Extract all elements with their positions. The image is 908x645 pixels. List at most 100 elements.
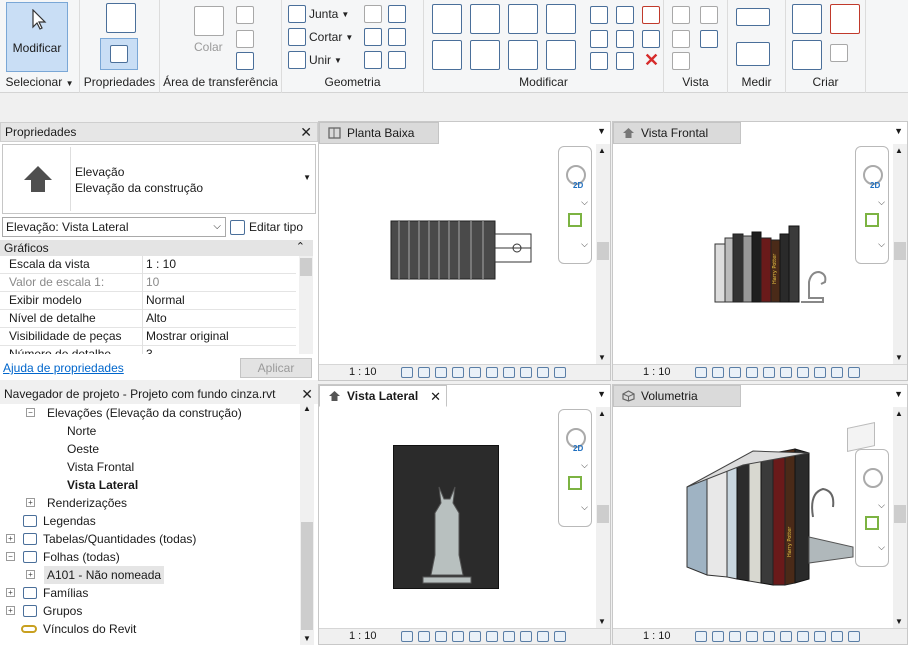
plan-navigation-bar[interactable]: 2D ⌵ ⌵	[558, 146, 592, 264]
lock-view-icon[interactable]	[797, 631, 809, 642]
tree-west[interactable]: Oeste	[67, 440, 99, 458]
front-scrollbar[interactable]: ▲ ▼	[893, 144, 907, 364]
properties-help-link[interactable]: Ajuda de propriedades	[3, 361, 124, 375]
measure-icon[interactable]	[736, 8, 770, 26]
close-icon[interactable]: ✕	[301, 385, 313, 403]
cut-clipboard-icon[interactable]	[236, 6, 254, 24]
crop-view-icon[interactable]	[469, 367, 481, 378]
shadows-icon[interactable]	[452, 367, 464, 378]
visual-style-icon[interactable]	[418, 631, 430, 642]
show-crop-icon[interactable]	[486, 631, 498, 642]
reveal-hidden-icon[interactable]	[814, 367, 826, 378]
type-dropdown-icon[interactable]: ▼	[303, 173, 311, 182]
geometry-tool-icon-2[interactable]	[388, 5, 406, 23]
rotate-icon[interactable]	[508, 40, 538, 70]
move-icon[interactable]	[432, 40, 462, 70]
side-canvas[interactable]: ▲ ▼ 2D ⌵ ⌵ 1 : 10	[319, 407, 610, 644]
scale-icon[interactable]	[616, 30, 634, 48]
highlight-icon[interactable]	[537, 631, 549, 642]
plan-canvas[interactable]: ▲ ▼ 2D ⌵ ⌵ 1 : 10	[319, 144, 610, 380]
zoom-icon[interactable]	[865, 516, 879, 530]
cut-button[interactable]: Cortar ▼	[288, 28, 353, 46]
visual-style-icon[interactable]	[712, 631, 724, 642]
temporary-hide-icon[interactable]	[814, 631, 826, 642]
filter-icon[interactable]	[700, 30, 718, 48]
show-crop-icon[interactable]	[486, 367, 498, 378]
create-parts-icon[interactable]	[830, 4, 860, 34]
tab-front[interactable]: Vista Frontal	[613, 122, 741, 144]
analysis-icon[interactable]	[554, 367, 566, 378]
edit-type-button[interactable]: Editar tipo	[230, 217, 303, 237]
highlight-icon[interactable]	[537, 367, 549, 378]
3d-scrollbar[interactable]: ▲ ▼	[893, 407, 907, 628]
trim-multiple-icon[interactable]	[616, 52, 634, 70]
delete-icon[interactable]: ✕	[644, 50, 659, 71]
group-select-label[interactable]: Selecionar ▼	[0, 75, 79, 89]
properties-button[interactable]	[100, 38, 138, 70]
create-group-icon[interactable]	[792, 40, 822, 70]
sun-path-icon[interactable]	[729, 631, 741, 642]
paint-icon[interactable]	[672, 52, 690, 70]
temporary-hide-icon[interactable]	[503, 631, 515, 642]
crop-view-icon[interactable]	[763, 631, 775, 642]
temporary-hide-icon[interactable]	[797, 367, 809, 378]
linework-icon[interactable]	[672, 30, 690, 48]
instance-selector[interactable]: Elevação: Vista Lateral ⌵	[2, 217, 226, 237]
side-scrollbar[interactable]: ▲ ▼	[596, 407, 610, 628]
prop-row-detail-level[interactable]: Nível de detalhe Alto	[0, 310, 296, 328]
view-scale[interactable]: 1 : 10	[349, 366, 377, 378]
close-icon[interactable]: ✕	[430, 386, 441, 407]
tab-plan[interactable]: Planta Baixa	[319, 122, 439, 144]
dimension-icon[interactable]	[736, 42, 770, 66]
front-canvas[interactable]: Harry Potter ▲ ▼ 2D ⌵ ⌵ 1 : 10	[613, 144, 907, 380]
geometry-tool-icon-6[interactable]	[388, 51, 406, 69]
prop-row-parts-visibility[interactable]: Visibilidade de peças Mostrar original	[0, 328, 296, 346]
create-similar-icon[interactable]	[830, 44, 848, 62]
shadows-icon[interactable]	[452, 631, 464, 642]
apply-button[interactable]: Aplicar	[240, 358, 312, 378]
sun-path-icon[interactable]	[435, 631, 447, 642]
create-assembly-icon[interactable]	[792, 4, 822, 34]
show-crop-icon[interactable]	[780, 631, 792, 642]
zoom-icon[interactable]	[568, 476, 582, 490]
geometry-tool-icon-1[interactable]	[364, 5, 382, 23]
front-navigation-bar[interactable]: 2D ⌵ ⌵	[855, 146, 889, 264]
section-graphics[interactable]: Gráficos ⌃	[0, 240, 313, 256]
lightbulb-icon[interactable]	[672, 6, 690, 24]
analysis-icon[interactable]	[554, 631, 566, 642]
trim-icon[interactable]	[546, 40, 576, 70]
tree-side-view[interactable]: Vista Lateral	[67, 476, 138, 494]
highlight-icon[interactable]	[848, 631, 860, 642]
prop-row-detail-number[interactable]: Número de detalhe 3	[0, 346, 296, 354]
shadows-icon[interactable]	[746, 631, 758, 642]
visual-style-icon[interactable]	[712, 367, 724, 378]
detail-level-icon[interactable]	[695, 631, 707, 642]
type-properties-icon[interactable]	[106, 3, 136, 33]
align-icon[interactable]	[432, 4, 462, 34]
view-menu-icon[interactable]: ▼	[894, 126, 903, 136]
view-scale[interactable]: 1 : 10	[349, 630, 377, 642]
tree-north[interactable]: Norte	[67, 422, 96, 440]
zoom-icon[interactable]	[568, 213, 582, 227]
view-menu-icon[interactable]: ▼	[597, 126, 606, 136]
geometry-tool-icon-5[interactable]	[364, 51, 382, 69]
paste-button[interactable]: Colar	[194, 40, 223, 54]
3d-canvas[interactable]: Harry Potter ▲ ▼ ⌵ ⌵ 1 : 10	[613, 407, 907, 644]
close-icon[interactable]: ✕	[300, 123, 312, 141]
unpin-icon[interactable]	[642, 6, 660, 24]
view-menu-icon[interactable]: ▼	[894, 389, 903, 399]
tab-3d[interactable]: Volumetria	[613, 385, 741, 407]
3d-navigation-bar[interactable]: ⌵ ⌵	[855, 449, 889, 567]
mirror-draw-icon[interactable]	[546, 4, 576, 34]
type-selector[interactable]: Elevação Elevação da construção ▼	[2, 144, 316, 214]
modify-button[interactable]: Modificar	[6, 2, 68, 72]
browser-scrollbar[interactable]: ▲ ▼	[300, 404, 314, 645]
reveal-hidden-icon[interactable]	[831, 631, 843, 642]
show-crop-icon[interactable]	[780, 367, 792, 378]
copy-icon[interactable]	[236, 30, 254, 48]
reveal-hidden-icon[interactable]	[520, 367, 532, 378]
split-icon[interactable]	[590, 6, 608, 24]
view-scale[interactable]: 1 : 10	[643, 366, 671, 378]
view-menu-icon[interactable]: ▼	[597, 389, 606, 399]
detail-level-icon[interactable]	[401, 631, 413, 642]
